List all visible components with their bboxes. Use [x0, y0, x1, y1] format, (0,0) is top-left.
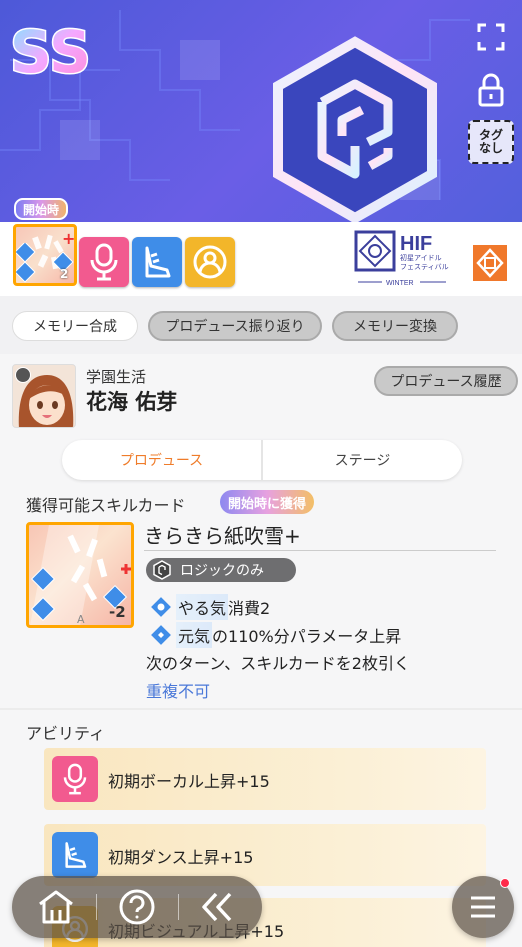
- logic-emblem-icon: [273, 36, 437, 222]
- skill-card-letter: A: [77, 613, 85, 626]
- logic-only-badge: ロジックのみ: [146, 558, 296, 582]
- rank-ss-badge: SS: [9, 18, 91, 82]
- motivation-icon: [151, 597, 171, 617]
- memory-banner: SS タグ なし: [0, 0, 522, 222]
- tab-bar: プロデュース ステージ: [62, 440, 462, 480]
- fullscreen-icon[interactable]: [474, 20, 508, 54]
- skill-section-label: 獲得可能スキルカード: [26, 496, 186, 515]
- effect-motivation: やる気 消費2: [150, 594, 270, 620]
- tab-produce[interactable]: プロデュース: [62, 440, 261, 480]
- svg-text:フェスティバル: フェスティバル: [400, 263, 449, 271]
- ability-row-vocal: 初期ボーカル上昇+15: [44, 748, 486, 810]
- dance-ability-icon: [52, 832, 98, 878]
- tag-button[interactable]: タグ なし: [468, 120, 514, 164]
- hif-festival-logo: HIF 初星アイドル フェスティバル WINTER: [354, 230, 449, 287]
- visual-icon[interactable]: [185, 237, 235, 287]
- nav-separator: [96, 894, 97, 920]
- effect-energy: 元気 の110%分パラメータ上昇: [150, 622, 401, 648]
- tag-button-line2: なし: [478, 141, 503, 155]
- lock-icon[interactable]: [474, 70, 508, 110]
- home-icon[interactable]: [26, 884, 86, 930]
- svg-text:初星アイドル: 初星アイドル: [400, 253, 442, 262]
- back-icon[interactable]: [188, 884, 248, 930]
- hamburger-icon: [471, 896, 495, 918]
- skill-divider: [144, 550, 496, 551]
- ability-label: 初期ダンス上昇+15: [108, 848, 254, 867]
- dance-icon[interactable]: [132, 237, 182, 287]
- no-duplicate-label: 重複不可: [146, 682, 211, 701]
- card-cost-value: 2: [60, 267, 69, 281]
- main-panel: 学園生活 花海 佑芽 プロデュース履歴 プロデュース ステージ 獲得可能スキルカ…: [0, 354, 522, 947]
- orange-emblem-icon: [473, 245, 507, 281]
- skill-name: きらきら紙吹雪+: [144, 524, 301, 548]
- nav-separator: [178, 894, 179, 920]
- school-label: 学園生活: [86, 368, 147, 386]
- logic-only-icon: [153, 560, 171, 580]
- bottom-nav: [12, 876, 262, 938]
- card-strip: 開始時 2 + HIF 初星アイドル フェスティバル WINTER: [0, 198, 522, 296]
- effect-motivation-keyword: やる気: [176, 594, 229, 620]
- notification-dot: [500, 878, 510, 888]
- skill-card-cost: -2: [109, 603, 126, 621]
- acquire-at-start-badge: 開始時に獲得: [220, 490, 315, 514]
- produce-history-button[interactable]: プロデュース履歴: [374, 366, 518, 396]
- effect-draw-text: 次のターン、スキルカードを2枚引く: [146, 654, 410, 673]
- action-row: メモリー合成 プロデュース振り返り メモリー変換: [0, 296, 522, 354]
- tab-stage[interactable]: ステージ: [261, 440, 462, 480]
- vocal-icon[interactable]: [79, 237, 129, 287]
- ability-label: 初期ボーカル上昇+15: [108, 772, 270, 791]
- section-divider: [0, 708, 522, 710]
- skill-card-image[interactable]: -2 A: [26, 522, 134, 628]
- ability-section-label: アビリティ: [26, 724, 106, 743]
- help-icon[interactable]: [107, 884, 167, 930]
- memory-convert-button[interactable]: メモリー変換: [332, 311, 458, 341]
- energy-icon: [151, 625, 171, 645]
- effect-motivation-text: 消費2: [228, 599, 271, 618]
- plus-icon: +: [62, 229, 76, 248]
- produce-review-button[interactable]: プロデュース振り返り: [148, 311, 322, 341]
- skill-card-thumbnail[interactable]: 2 +: [13, 224, 77, 286]
- memory-compose-button[interactable]: メモリー合成: [12, 311, 138, 341]
- logic-only-label: ロジックのみ: [180, 563, 264, 579]
- logic-type-icon: [15, 367, 31, 383]
- character-name: 花海 佑芽: [86, 390, 178, 414]
- svg-text:WINTER: WINTER: [386, 280, 414, 287]
- vocal-ability-icon: [52, 756, 98, 802]
- svg-text:HIF: HIF: [400, 233, 432, 255]
- avatar[interactable]: [12, 364, 76, 428]
- effect-energy-text: の110%分パラメータ上昇: [212, 627, 402, 646]
- svg-text:SS: SS: [10, 18, 90, 82]
- effect-energy-keyword: 元気: [176, 622, 213, 648]
- start-badge: 開始時: [14, 198, 69, 220]
